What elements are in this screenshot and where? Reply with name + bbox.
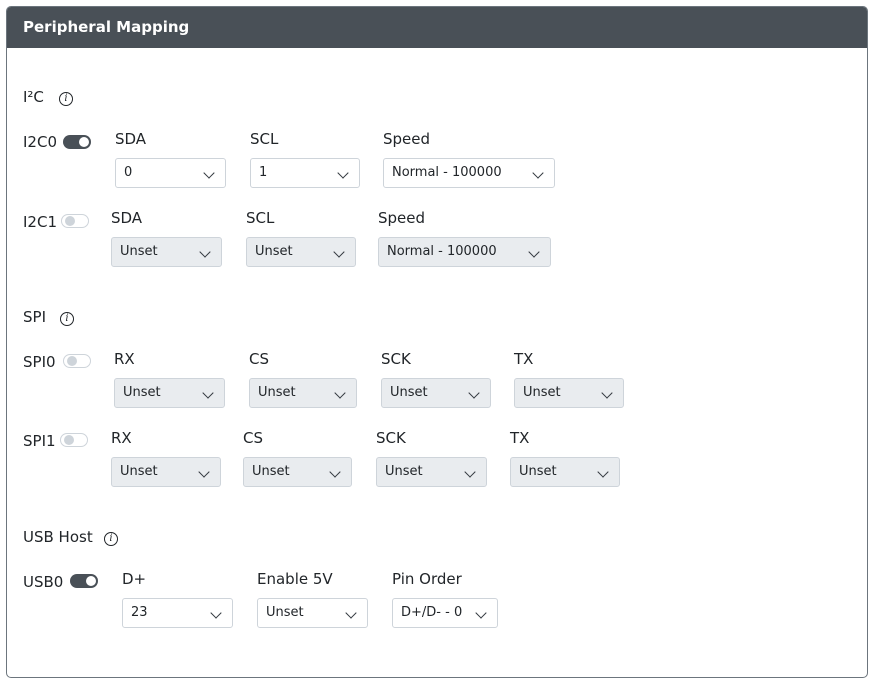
chevron-down-icon bbox=[345, 607, 357, 619]
select-value: Unset bbox=[385, 464, 423, 479]
select-value: 1 bbox=[259, 165, 268, 180]
select-value: Unset bbox=[120, 464, 158, 479]
toggle-spi1[interactable] bbox=[60, 433, 88, 447]
toggle-knob bbox=[86, 576, 96, 586]
chevron-down-icon bbox=[464, 466, 476, 478]
label-spi1-rx: RX bbox=[111, 429, 132, 447]
select-value: Unset bbox=[252, 464, 290, 479]
label-usb0-dplus: D+ bbox=[122, 570, 147, 588]
select-value: Unset bbox=[123, 385, 161, 400]
select-i2c1-scl[interactable]: Unset bbox=[246, 237, 356, 267]
select-value: Unset bbox=[258, 385, 296, 400]
select-spi0-sck[interactable]: Unset bbox=[381, 378, 491, 408]
toggle-usb0[interactable] bbox=[70, 574, 98, 588]
chevron-down-icon bbox=[601, 387, 613, 399]
label-spi0-sck: SCK bbox=[381, 350, 411, 368]
label-spi1-sck: SCK bbox=[376, 429, 406, 447]
chevron-down-icon bbox=[329, 466, 341, 478]
chevron-down-icon bbox=[210, 607, 222, 619]
chevron-down-icon bbox=[334, 387, 346, 399]
select-spi1-cs[interactable]: Unset bbox=[243, 457, 352, 487]
toggle-knob bbox=[64, 435, 74, 445]
label-spi0-tx: TX bbox=[514, 350, 534, 368]
row-label-i2c0: I2C0 bbox=[23, 133, 57, 151]
select-spi1-sck[interactable]: Unset bbox=[376, 457, 487, 487]
chevron-down-icon bbox=[528, 246, 540, 258]
label-i2c0-scl: SCL bbox=[250, 130, 279, 148]
select-usb0-dplus[interactable]: 23 bbox=[122, 598, 233, 628]
row-label-i2c1: I2C1 bbox=[23, 213, 57, 231]
chevron-down-icon bbox=[468, 387, 480, 399]
select-value: Unset bbox=[266, 605, 304, 620]
toggle-knob bbox=[67, 356, 77, 366]
select-value: Unset bbox=[120, 244, 158, 259]
info-icon[interactable]: i bbox=[60, 312, 74, 326]
toggle-knob bbox=[79, 137, 89, 147]
select-usb0-enable5v[interactable]: Unset bbox=[257, 598, 368, 628]
label-i2c0-sda: SDA bbox=[115, 130, 147, 148]
label-i2c1-speed: Speed bbox=[378, 209, 426, 227]
select-value: Unset bbox=[255, 244, 293, 259]
select-spi0-cs[interactable]: Unset bbox=[249, 378, 357, 408]
select-spi0-tx[interactable]: Unset bbox=[514, 378, 624, 408]
chevron-down-icon bbox=[202, 387, 214, 399]
chevron-down-icon bbox=[475, 607, 487, 619]
info-icon[interactable]: i bbox=[59, 92, 73, 106]
label-spi1-tx: TX bbox=[510, 429, 530, 447]
row-label-spi0: SPI0 bbox=[23, 353, 56, 371]
chevron-down-icon bbox=[532, 167, 544, 179]
select-i2c0-sda[interactable]: 0 bbox=[115, 158, 226, 188]
toggle-knob bbox=[65, 216, 75, 226]
select-i2c0-scl[interactable]: 1 bbox=[250, 158, 360, 188]
select-usb0-pinorder[interactable]: D+/D- - 0 bbox=[392, 598, 498, 628]
label-spi0-rx: RX bbox=[114, 350, 135, 368]
toggle-i2c1[interactable] bbox=[61, 214, 89, 228]
label-i2c1-scl: SCL bbox=[246, 209, 275, 227]
label-spi1-cs: CS bbox=[243, 429, 263, 447]
toggle-spi0[interactable] bbox=[63, 354, 91, 368]
chevron-down-icon bbox=[199, 246, 211, 258]
chevron-down-icon bbox=[203, 167, 215, 179]
label-spi0-cs: CS bbox=[249, 350, 269, 368]
label-usb0-pinorder: Pin Order bbox=[392, 570, 462, 588]
chevron-down-icon bbox=[198, 466, 210, 478]
section-title-spi: SPI bbox=[23, 308, 46, 326]
select-spi0-rx[interactable]: Unset bbox=[114, 378, 225, 408]
chevron-down-icon bbox=[337, 167, 349, 179]
label-i2c0-speed: Speed bbox=[383, 130, 431, 148]
info-icon[interactable]: i bbox=[104, 532, 118, 546]
select-value: Normal - 100000 bbox=[392, 165, 502, 180]
label-usb0-enable5v: Enable 5V bbox=[257, 570, 333, 588]
select-value: Unset bbox=[523, 385, 561, 400]
select-value: 0 bbox=[124, 165, 133, 180]
section-title-i2c: I²C bbox=[23, 88, 44, 106]
card-header-title: Peripheral Mapping bbox=[7, 7, 867, 48]
row-label-spi1: SPI1 bbox=[23, 432, 56, 450]
select-spi1-tx[interactable]: Unset bbox=[510, 457, 620, 487]
chevron-down-icon bbox=[597, 466, 609, 478]
row-label-usb0: USB0 bbox=[23, 573, 64, 591]
chevron-down-icon bbox=[333, 246, 345, 258]
select-value: D+/D- - 0 bbox=[401, 605, 463, 620]
select-value: Unset bbox=[390, 385, 428, 400]
toggle-i2c0[interactable] bbox=[63, 135, 91, 149]
select-i2c0-speed[interactable]: Normal - 100000 bbox=[383, 158, 555, 188]
section-title-usb: USB Host bbox=[23, 528, 93, 546]
label-i2c1-sda: SDA bbox=[111, 209, 143, 227]
select-value: Normal - 100000 bbox=[387, 244, 497, 259]
select-value: Unset bbox=[519, 464, 557, 479]
select-value: 23 bbox=[131, 605, 148, 620]
select-i2c1-sda[interactable]: Unset bbox=[111, 237, 222, 267]
select-i2c1-speed[interactable]: Normal - 100000 bbox=[378, 237, 551, 267]
select-spi1-rx[interactable]: Unset bbox=[111, 457, 221, 487]
peripheral-mapping-card: Peripheral Mapping I²C i I2C0 SDA 0 SCL … bbox=[6, 6, 868, 678]
